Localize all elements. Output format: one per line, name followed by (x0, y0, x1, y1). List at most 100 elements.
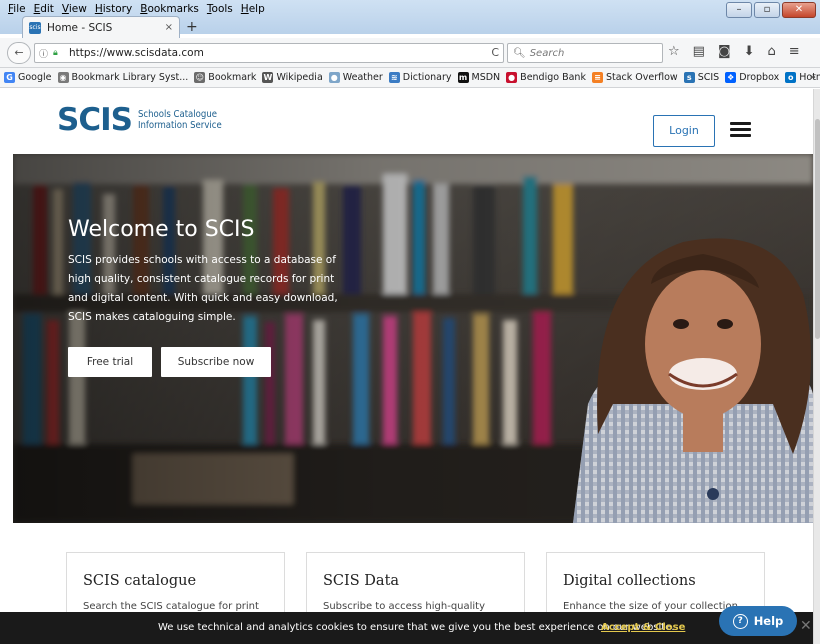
bookmarks-toolbar: G Google ◉ Bookmark Library Syst... ☺ Bookmar… (0, 68, 820, 88)
maximize-icon: ▫ (763, 4, 771, 15)
bookmark-msdn[interactable]: m MSDN (457, 72, 501, 83)
menu-help[interactable]: Help (241, 3, 265, 15)
minimize-icon: – (736, 4, 742, 15)
logo-mark: SCIS (57, 102, 133, 138)
bookmark-label: Bendigo Bank (520, 72, 586, 83)
tab-close-icon[interactable]: × (165, 22, 173, 33)
hero-description: SCIS provides schools with access to a d… (68, 254, 338, 323)
menu-file[interactable]: File (8, 3, 26, 15)
back-button[interactable]: ← (7, 42, 31, 64)
help-label: Help (753, 614, 784, 628)
hero-title: Welcome to SCIS (68, 217, 255, 242)
help-icon: ? (732, 613, 748, 629)
bookmark-bendigo-bank[interactable]: ● Bendigo Bank (506, 72, 586, 83)
login-button[interactable]: Login (653, 115, 715, 147)
bookmarks-overflow-icon[interactable]: » (810, 72, 816, 83)
bookmark-favicon-icon: ◉ (57, 72, 69, 83)
hamburger-menu-icon[interactable] (730, 122, 751, 138)
card-title: SCIS catalogue (83, 573, 197, 589)
menu-icon[interactable]: ≡ (789, 44, 800, 59)
page-scrollbar[interactable] (813, 89, 820, 644)
web-page: SCIS Schools Catalogue Information Servi… (0, 89, 813, 644)
bookmarks-library-icon[interactable]: ▤ (693, 44, 705, 59)
cookie-close-icon[interactable]: ✕ (800, 618, 812, 634)
card-title: SCIS Data (323, 573, 400, 589)
bookmark-bookmark-library-syst[interactable]: ◉ Bookmark Library Syst... (57, 72, 189, 83)
close-icon: ✕ (794, 4, 804, 15)
bookmark-label: MSDN (471, 72, 501, 83)
bookmark-favicon-icon: m (457, 72, 469, 83)
bookmark-bookmark[interactable]: ☺ Bookmark (194, 72, 256, 83)
bookmark-wikipedia[interactable]: W Wikipedia (262, 72, 323, 83)
menu-edit[interactable]: Edit (34, 3, 54, 15)
bookmark-label: SCIS (697, 72, 720, 83)
info-icon[interactable]: ⓘ (39, 47, 53, 60)
free-trial-button[interactable]: Free trial (68, 347, 152, 377)
star-icon[interactable]: ☆ (668, 44, 680, 59)
search-icon: 🔍︎ (513, 47, 526, 59)
card-title: Digital collections (563, 573, 696, 589)
cookie-message: We use technical and analytics cookies t… (158, 622, 675, 633)
bookmark-weather[interactable]: ● Weather (328, 72, 383, 83)
bookmark-favicon-icon: ≋ (388, 72, 400, 83)
logo-line-1: Schools Catalogue (137, 109, 217, 120)
tab-home-scis[interactable]: scis Home - SCIS × (22, 16, 180, 38)
library-photo (13, 154, 813, 523)
bookmark-dictionary[interactable]: ≋ Dictionary (388, 72, 452, 83)
bookmark-favicon-icon: ≡ (591, 72, 603, 83)
bookmark-favicon-icon: ☺ (194, 72, 206, 83)
bookmark-dropbox[interactable]: ❖ Dropbox (725, 72, 779, 83)
close-window-button[interactable]: ✕ (782, 2, 816, 18)
toolbar-icons: ☆ ▤ ◙ ⬇ ⌂ ≡ (668, 44, 800, 59)
subscribe-now-button[interactable]: Subscribe now (161, 347, 271, 377)
bookmark-favicon-icon: o (785, 72, 797, 83)
bookmark-label: Dropbox (739, 72, 780, 83)
bookmark-stack-overflow[interactable]: ≡ Stack Overflow (591, 72, 678, 83)
bookmark-label: Bookmark (208, 72, 257, 83)
bookmark-favicon-icon: ● (506, 72, 518, 83)
home-icon[interactable]: ⌂ (767, 44, 775, 59)
lock-icon: 🔒︎ (53, 48, 58, 58)
bookmark-favicon-icon: ● (328, 72, 340, 83)
url-bar[interactable]: ⓘ 🔒︎ https://www.scisdata.com C (34, 43, 504, 63)
new-tab-button[interactable]: + (186, 19, 198, 35)
menu-history[interactable]: History (95, 3, 132, 15)
reload-icon[interactable]: C (491, 46, 499, 59)
maximize-button[interactable]: ▫ (754, 2, 780, 18)
bookmark-favicon-icon: ❖ (725, 72, 737, 83)
menu-bar: File Edit View History Bookmarks Tools H… (8, 3, 265, 15)
bookmark-scis[interactable]: s SCIS (683, 72, 720, 83)
bookmark-favicon-icon: s (683, 72, 695, 83)
bookmark-label: Google (18, 72, 52, 83)
card-text: Subscribe to access high-quality (323, 601, 486, 612)
menu-tools[interactable]: Tools (207, 3, 233, 15)
card-text: Search the SCIS catalogue for print (83, 601, 259, 612)
bookmark-label: Bookmark Library Syst... (71, 72, 189, 83)
bookmark-label: Wikipedia (276, 72, 323, 83)
pocket-icon[interactable]: ◙ (718, 44, 731, 59)
search-placeholder: Search (529, 47, 565, 59)
window-controls: – ▫ ✕ (726, 2, 816, 18)
search-input[interactable]: 🔍︎ Search (507, 43, 663, 63)
minimize-button[interactable]: – (726, 2, 752, 18)
scrollbar-thumb[interactable] (815, 119, 820, 339)
bookmark-favicon-icon: W (262, 72, 274, 83)
logo-text: Schools Catalogue Information Service (138, 109, 222, 131)
bookmark-google[interactable]: G Google (4, 72, 52, 83)
download-icon[interactable]: ⬇ (744, 44, 755, 59)
accept-close-link[interactable]: Accept & Close (601, 622, 685, 633)
menu-view[interactable]: View (62, 3, 87, 15)
bookmark-label: Stack Overflow (605, 72, 678, 83)
bookmark-label: Dictionary (402, 72, 452, 83)
site-header: SCIS Schools Catalogue Information Servi… (0, 89, 813, 154)
scis-logo[interactable]: SCIS Schools Catalogue Information Servi… (57, 103, 222, 137)
cookie-banner: We use technical and analytics cookies t… (0, 612, 813, 644)
help-button[interactable]: ? Help (719, 606, 797, 636)
scis-favicon-icon: scis (29, 21, 41, 34)
bookmark-favicon-icon: G (4, 72, 15, 83)
menu-bookmarks[interactable]: Bookmarks (140, 3, 199, 15)
url-text[interactable]: https://www.scisdata.com (69, 47, 204, 59)
navigation-toolbar: ← ⓘ 🔒︎ https://www.scisdata.com C 🔍︎ Sea… (0, 38, 820, 68)
tab-title: Home - SCIS (47, 21, 113, 34)
bookmark-label: Weather (342, 72, 383, 83)
